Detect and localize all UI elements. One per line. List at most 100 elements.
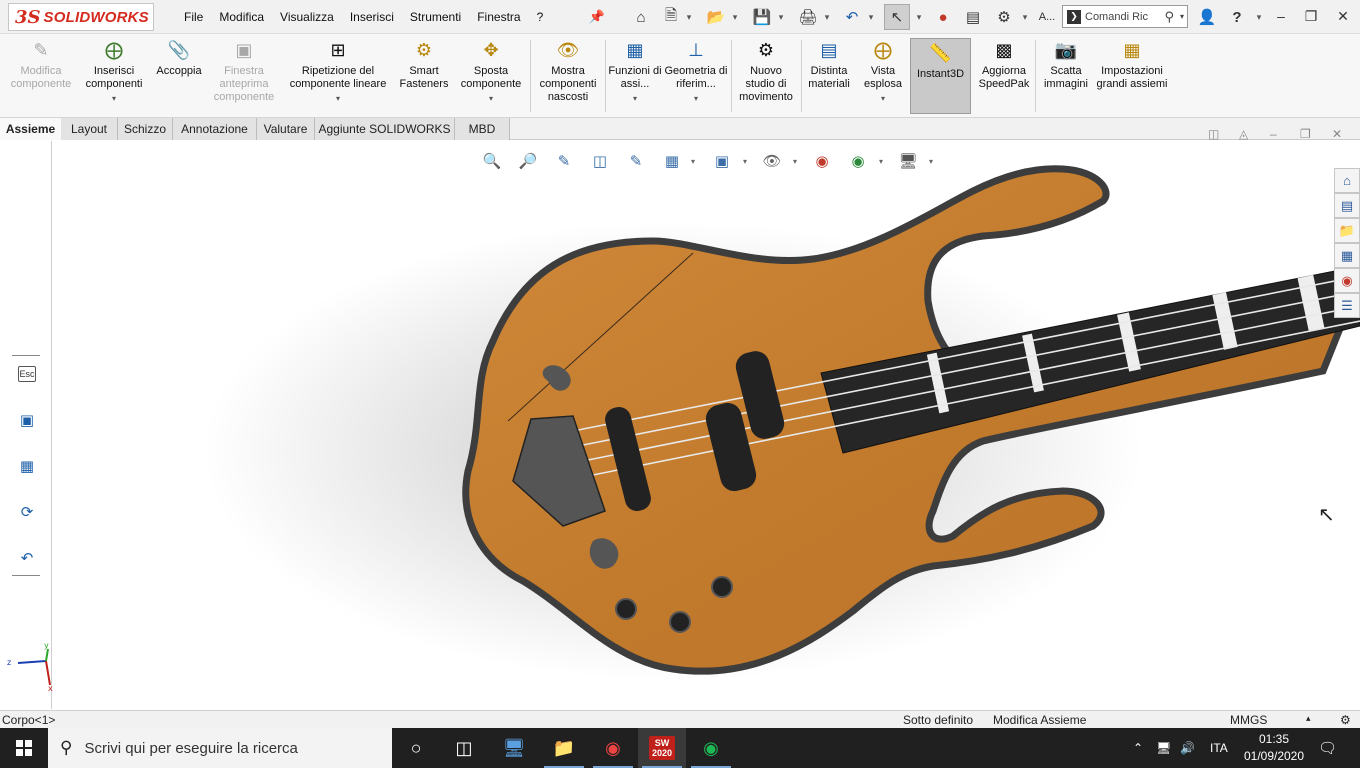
impostazioni-grandi-assiemi-button[interactable]: ▦ Impostazioni grandi assiemi	[1096, 38, 1168, 91]
tab-assieme[interactable]: Assieme	[0, 118, 61, 140]
tab-layout[interactable]: Layout	[61, 118, 118, 140]
network-app-icon[interactable]: 🖥	[490, 728, 538, 768]
chrome-icon[interactable]: ◉	[589, 728, 637, 768]
custom-properties-icon[interactable]: ☰	[1334, 293, 1360, 318]
view-orientation-icon[interactable]: ▣	[16, 409, 38, 431]
blend-knob[interactable]	[711, 576, 733, 598]
rebuild-traffic-light-icon[interactable]: ●	[932, 4, 954, 30]
customize-statusbar-icon[interactable]: ⚙	[1340, 713, 1351, 727]
funzioni-assi-button[interactable]: ▦ Funzioni di assi... ▾	[608, 38, 662, 105]
zoom-to-fit-icon[interactable]: 🔍	[480, 150, 504, 172]
view-settings-icon[interactable]: 🖥	[896, 150, 920, 172]
spotify-icon[interactable]: ◉	[687, 728, 735, 768]
ripetizione-lineare-button[interactable]: ⊞ Ripetizione del componente lineare ▾	[282, 38, 394, 105]
menu-finestra[interactable]: Finestra	[469, 10, 528, 24]
new-document-icon[interactable]: 🗎	[660, 4, 682, 30]
vista-esplosa-button[interactable]: ⨁ Vista esplosa ▾	[858, 38, 908, 105]
save-dropdown-icon[interactable]: ▾	[776, 4, 786, 30]
start-button[interactable]	[0, 728, 48, 768]
volume-knob[interactable]	[615, 598, 637, 620]
menu-inserisci[interactable]: Inserisci	[342, 10, 402, 24]
menu-help[interactable]: ?	[529, 10, 552, 24]
design-library-icon[interactable]: ▤	[1334, 193, 1360, 218]
help-icon[interactable]: ?	[1226, 4, 1248, 30]
open-dropdown-icon[interactable]: ▾	[730, 4, 740, 30]
file-properties-icon[interactable]: ▤	[962, 4, 984, 30]
appearances-icon[interactable]: ◉	[1334, 268, 1360, 293]
menu-file[interactable]: File	[176, 10, 211, 24]
instant3d-button[interactable]: 📏 Instant3D	[910, 38, 971, 114]
task-view-icon[interactable]: ◫	[440, 728, 488, 768]
file-explorer-icon[interactable]: 📁	[1334, 218, 1360, 243]
section-view-icon[interactable]: ◫	[588, 150, 612, 172]
save-icon[interactable]: 💾	[750, 4, 774, 30]
geometria-dropdown-icon[interactable]: ▾	[694, 92, 698, 105]
esc-icon[interactable]: Esc	[16, 363, 38, 385]
minimize-icon[interactable]: –	[1268, 4, 1294, 28]
menu-visualizza[interactable]: Visualizza	[272, 10, 342, 24]
notifications-icon[interactable]: 🗨	[1318, 728, 1337, 768]
options-gear-icon[interactable]: ⚙	[992, 4, 1016, 30]
graphics-area[interactable]	[53, 141, 1360, 709]
nuovo-studio-movimento-button[interactable]: ⚙ Nuovo studio di movimento	[734, 38, 798, 104]
search-icon[interactable]: ⚲	[1164, 9, 1174, 25]
solidworks-2020-icon[interactable]: SW 2020	[638, 728, 686, 768]
tab-valutare[interactable]: Valutare	[257, 118, 315, 140]
home-icon[interactable]: ⌂	[628, 4, 654, 30]
tab-schizzo[interactable]: Schizzo	[118, 118, 173, 140]
undo-icon[interactable]: ↶	[840, 4, 864, 30]
modifica-componente-button[interactable]: ✎ Modifica componente	[6, 38, 76, 91]
show-hidden-tray-icon[interactable]: ⌃	[1133, 728, 1143, 768]
inserisci-dropdown-icon[interactable]: ▾	[112, 92, 116, 105]
status-units[interactable]: MMGS	[1230, 713, 1267, 727]
tile-right-icon[interactable]: ◬	[1239, 127, 1248, 141]
toolbar-overflow[interactable]: A...	[1036, 4, 1058, 30]
print-icon[interactable]: 🖨	[796, 4, 820, 30]
menu-modifica[interactable]: Modifica	[211, 10, 272, 24]
tab-aggiunte-solidworks[interactable]: Aggiunte SOLIDWORKS	[315, 118, 455, 140]
hide-show-icon[interactable]: 👁	[760, 150, 784, 172]
undo-icon[interactable]: ↶	[16, 547, 38, 569]
volume-tray-icon[interactable]: 🔊	[1180, 728, 1195, 768]
apply-scene-dropdown-icon[interactable]: ▾	[876, 150, 886, 172]
taskbar-search-input[interactable]: ⚲ Scrivi qui per eseguire la ricerca	[48, 728, 392, 768]
units-dropdown-icon[interactable]: ▴	[1306, 713, 1311, 724]
menu-strumenti[interactable]: Strumenti	[402, 10, 469, 24]
pin-menu-icon[interactable]: 📌	[588, 4, 606, 30]
hide-show-dropdown-icon[interactable]: ▾	[790, 150, 800, 172]
view-orientation-icon[interactable]: ▦	[660, 150, 684, 172]
search-dropdown-icon[interactable]: ▾	[1180, 12, 1184, 21]
doc-close-icon[interactable]: ✕	[1332, 127, 1342, 141]
help-dropdown-icon[interactable]: ▾	[1254, 4, 1264, 30]
aggiorna-speedpak-button[interactable]: ▩ Aggiorna SpeedPak	[976, 38, 1032, 91]
previous-view-icon[interactable]: ✎	[552, 150, 576, 172]
close-icon[interactable]: ✕	[1330, 4, 1356, 28]
command-search-type-icon[interactable]: ❯	[1067, 9, 1081, 24]
apply-scene-icon[interactable]: ◉	[846, 150, 870, 172]
tone-knob[interactable]	[669, 611, 691, 633]
geometria-riferimento-button[interactable]: ⊥ Geometria di riferim... ▾	[664, 38, 728, 105]
file-explorer-icon[interactable]: 📁	[540, 728, 588, 768]
inserisci-componenti-button[interactable]: ⨁ Inserisci componenti ▾	[80, 38, 148, 105]
finestra-anteprima-button[interactable]: ▣ Finestra anteprima componente	[210, 38, 278, 104]
home-icon[interactable]: ⌂	[1334, 168, 1360, 193]
undo-dropdown-icon[interactable]: ▾	[866, 4, 876, 30]
new-dropdown-icon[interactable]: ▾	[684, 4, 694, 30]
smart-fasteners-button[interactable]: ⚙ Smart Fasteners	[396, 38, 452, 91]
sposta-componente-button[interactable]: ✥ Sposta componente ▾	[456, 38, 526, 105]
zoom-area-icon[interactable]: 🔎	[516, 150, 540, 172]
dynamic-annotation-icon[interactable]: ✎	[624, 150, 648, 172]
command-search-input[interactable]: ❯ Comandi Ric ⚲ ▾	[1062, 5, 1188, 28]
doc-minimize-icon[interactable]: –	[1270, 127, 1277, 141]
input-language[interactable]: ITA	[1210, 728, 1228, 768]
system-clock[interactable]: 01:35 01/09/2020	[1238, 731, 1310, 765]
bass-guitar-model[interactable]	[53, 141, 1360, 709]
view-settings-dropdown-icon[interactable]: ▾	[926, 150, 936, 172]
cortana-icon[interactable]: ○	[392, 728, 440, 768]
options-dropdown-icon[interactable]: ▾	[1020, 4, 1030, 30]
accoppia-button[interactable]: 📎 Accoppia	[150, 38, 208, 78]
ripetizione-dropdown-icon[interactable]: ▾	[336, 92, 340, 105]
mostra-nascosti-button[interactable]: 👁 Mostra componenti nascosti	[534, 38, 602, 104]
print-dropdown-icon[interactable]: ▾	[822, 4, 832, 30]
solidworks-logo[interactable]: 3S SOLIDWORKS	[8, 3, 154, 31]
